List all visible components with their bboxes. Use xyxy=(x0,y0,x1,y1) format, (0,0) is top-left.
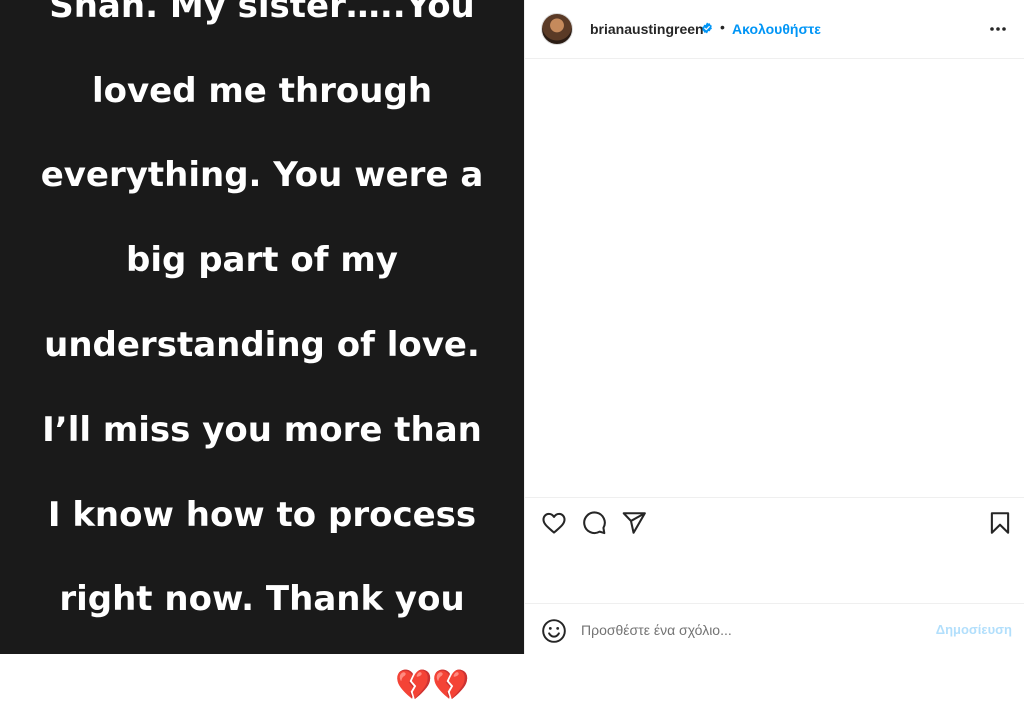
actions-divider xyxy=(525,497,1024,498)
caption-line: right now. Thank you xyxy=(59,579,465,620)
caption-line: loved me through xyxy=(91,70,433,111)
emoji-icon[interactable] xyxy=(541,618,567,644)
add-comment-section: Δημοσίευση xyxy=(525,604,1024,654)
post-header: brianaustingreen • Ακολουθήστε xyxy=(525,0,1024,59)
comment-icon[interactable] xyxy=(581,510,607,536)
caption-line: understanding of love. xyxy=(44,325,480,365)
caption-line: Shan. My sister…..You xyxy=(49,0,475,26)
post-side-panel: brianaustingreen • Ακολουθήστε Προσθέστε… xyxy=(524,0,1024,654)
post-comment-button[interactable]: Δημοσίευση xyxy=(936,622,1012,637)
verified-badge-icon xyxy=(702,22,712,34)
more-options-icon[interactable] xyxy=(987,19,1009,39)
caption-line: big part of my xyxy=(126,240,398,281)
bookmark-icon[interactable] xyxy=(987,510,1013,536)
follow-button[interactable]: Ακολουθήστε xyxy=(732,21,821,37)
separator-dot: • xyxy=(720,19,725,35)
avatar[interactable] xyxy=(541,13,573,45)
caption-line: for the gift of you xyxy=(54,664,395,705)
caption-line: everything. You were a xyxy=(40,155,484,196)
story-caption: Shan. My sister…..You loved me through e… xyxy=(27,0,497,708)
caption-line: I’ll miss you more than xyxy=(42,409,482,450)
broken-heart-icon: 💔💔 xyxy=(394,668,470,704)
username-link[interactable]: brianaustingreen xyxy=(590,21,704,37)
heart-icon[interactable] xyxy=(541,510,567,536)
send-icon[interactable] xyxy=(621,510,647,536)
caption-line: I know how to process xyxy=(47,494,477,535)
story-image: Shan. My sister…..You loved me through e… xyxy=(0,0,524,704)
comment-input[interactable] xyxy=(581,618,921,642)
action-bar xyxy=(525,508,1024,538)
